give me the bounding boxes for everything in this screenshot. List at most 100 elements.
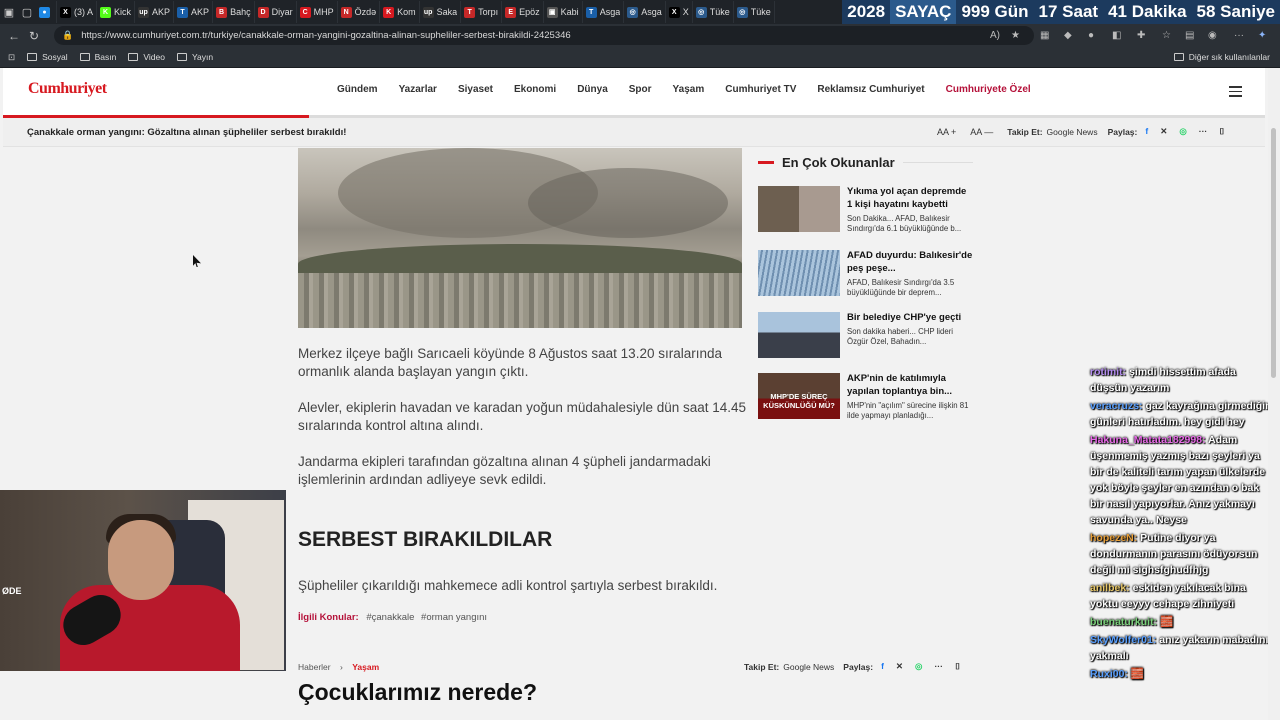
tab-title: AKP (152, 7, 171, 17)
read-aloud-icon[interactable]: A) (990, 24, 1000, 47)
more-options-icon[interactable]: ··· (1234, 24, 1244, 47)
menu-item-cumhuriyet-tv[interactable]: Cumhuriyet TV (725, 84, 796, 95)
chat-message: hopezeN: Putine diyor ya dondurmanın par… (1090, 530, 1275, 578)
other-bookmarks[interactable]: Diğer sık kullanılanlar (1173, 52, 1270, 62)
bookmark-folder-basin[interactable]: Basın (79, 52, 116, 62)
copilot-icon[interactable]: ✦ (1258, 24, 1266, 47)
menu-item-siyaset[interactable]: Siyaset (458, 84, 493, 95)
next-article-title[interactable]: Çocuklarımız nerede? (298, 679, 537, 706)
counter-hours: 17 Saat (1033, 0, 1104, 24)
article-subheading: SERBEST BIRAKILDILAR (298, 528, 553, 551)
address-bar-row: ← ↻ 🔒 https://www.cumhuriyet.com.tr/turk… (0, 24, 1280, 47)
browser-tab[interactable]: XX (666, 1, 693, 23)
whatsapp-icon[interactable]: ◎ (915, 661, 922, 672)
facebook-icon[interactable]: f (881, 661, 884, 672)
tab-title: Kick (114, 7, 132, 17)
hamburger-menu-icon[interactable] (1229, 86, 1242, 100)
browser-tab[interactable]: ◎ Tüke (693, 1, 734, 23)
tab-title: AKP (191, 7, 210, 17)
chat-message: rotimit: şimdi hissettim afada düşsün ya… (1090, 364, 1275, 396)
browser-tab[interactable]: ◎ Asga (624, 1, 666, 23)
browser-tab[interactable]: T AKP (174, 1, 214, 23)
article-tools: AA + AA — Takip Et: Google News Paylaş: … (937, 126, 1236, 137)
chat-username: Ruxi00: (1090, 668, 1128, 680)
most-read-item[interactable]: AFAD duyurdu: Balıkesir'de peş peşe... A… (758, 250, 973, 298)
menu-item-cumhuriyete-ozel[interactable]: Cumhuriyete Özel (946, 84, 1031, 95)
tag-link[interactable]: #çanakkale (366, 612, 414, 623)
tab-actions-icon[interactable]: ▢ (18, 0, 36, 24)
follow-label: Takip Et: (744, 661, 780, 672)
browser-tab[interactable]: T Asga (583, 1, 625, 23)
tab-favicon-icon: D (257, 6, 269, 18)
font-increase-button[interactable]: AA + (937, 127, 956, 137)
more-share-icon[interactable]: ··· (1199, 126, 1208, 137)
share-buttons: f ✕ ◎ ··· ⌷ (881, 661, 972, 672)
tab-title: Epöz (519, 7, 540, 17)
menu-item-yasam[interactable]: Yaşam (673, 84, 705, 95)
browser-tab[interactable]: K Kom (380, 1, 420, 23)
page-scrollbar[interactable] (1268, 68, 1280, 720)
workspaces-icon[interactable]: ▣ (0, 0, 18, 24)
browser-tab[interactable]: B Bahç (213, 1, 255, 23)
x-twitter-icon[interactable]: ✕ (1160, 126, 1167, 137)
extensions-puzzle-icon[interactable]: ✚ (1137, 24, 1145, 47)
most-read-item[interactable]: Yıkıma yol açan depremde 1 kişi hayatını… (758, 186, 973, 234)
chat-text: 🧱 (1160, 616, 1174, 628)
browser-tab[interactable]: N Özdə (338, 1, 381, 23)
x-twitter-icon[interactable]: ✕ (896, 661, 903, 672)
browser-tab[interactable]: ◎ Tüke (734, 1, 775, 23)
browser-tab[interactable]: ● (36, 1, 57, 23)
menu-item-spor[interactable]: Spor (629, 84, 652, 95)
most-read-item[interactable]: MHP'DE SÜREÇ KÜSKÜNLÜĞÜ MÜ? AKP'nin de k… (758, 373, 973, 421)
tab-title: Kom (397, 7, 416, 17)
counter-seconds: 58 Saniye (1191, 0, 1280, 24)
breadcrumb-current[interactable]: Yaşam (352, 662, 379, 672)
more-share-icon[interactable]: ··· (934, 661, 943, 672)
favorites-icon[interactable]: ☆ (1162, 24, 1171, 47)
extension-3-icon[interactable]: ● (1088, 24, 1094, 47)
browser-tab[interactable]: up AKP (135, 1, 175, 23)
browser-tab[interactable]: D Diyar (255, 1, 297, 23)
tag-link[interactable]: #orman yangını (421, 612, 487, 623)
google-news-link[interactable]: Google News (1047, 127, 1098, 137)
bookmark-folder-yayin[interactable]: Yayın (176, 52, 213, 62)
menu-item-gundem[interactable]: Gündem (337, 84, 378, 95)
browser-tab[interactable]: K Kick (97, 1, 136, 23)
refresh-icon[interactable]: ↻ (24, 29, 44, 43)
bookmark-icon[interactable]: ⌷ (955, 661, 960, 672)
google-news-link[interactable]: Google News (783, 662, 834, 672)
browser-tab[interactable]: E Epöz (502, 1, 544, 23)
bookmark-folder-sosyal[interactable]: Sosyal (27, 52, 68, 62)
folder-icon (128, 53, 139, 61)
browser-tab[interactable]: T Torpı (461, 1, 503, 23)
menu-item-reklamsiz[interactable]: Reklamsız Cumhuriyet (817, 84, 924, 95)
extension-icon[interactable]: ▦ (1040, 24, 1049, 47)
share-label: Paylaş: (843, 661, 874, 672)
profile-avatar-icon[interactable]: ◉ (1208, 24, 1217, 47)
font-decrease-button[interactable]: AA — (970, 127, 993, 137)
chat-username: SkyWolfer01: (1090, 634, 1157, 646)
menu-item-yazarlar[interactable]: Yazarlar (399, 84, 437, 95)
extension-2-icon[interactable]: ◆ (1064, 24, 1072, 47)
tab-favicon-icon: E (505, 6, 517, 18)
bookmark-icon[interactable]: ⌷ (1219, 126, 1224, 137)
menu-item-dunya[interactable]: Dünya (577, 84, 608, 95)
browser-tab[interactable]: C MHP (297, 1, 338, 23)
tab-favicon-icon: N (340, 6, 352, 18)
bookmarks-sync-icon[interactable]: ⊡ (8, 52, 15, 63)
browser-tab[interactable]: up Saka (420, 1, 462, 23)
browser-tab[interactable]: ▣ Kabi (544, 1, 583, 23)
whatsapp-icon[interactable]: ◎ (1179, 126, 1186, 137)
menu-item-ekonomi[interactable]: Ekonomi (514, 84, 556, 95)
site-logo[interactable]: Cumhuriyet (28, 80, 107, 98)
breadcrumb-home[interactable]: Haberler (298, 662, 331, 672)
bookmark-folder-video[interactable]: Video (128, 52, 165, 62)
back-arrow-icon[interactable]: ← (4, 29, 24, 43)
collections-icon[interactable]: ▤ (1185, 24, 1194, 47)
most-read-item[interactable]: Bir belediye CHP'ye geçti Son dakika hab… (758, 312, 973, 360)
extension-4-icon[interactable]: ◧ (1112, 24, 1121, 47)
favorite-star-icon[interactable]: ★ (1011, 24, 1020, 47)
browser-tab[interactable]: X (3) A (57, 1, 98, 23)
url-bar[interactable]: 🔒 https://www.cumhuriyet.com.tr/turkiye/… (54, 26, 1034, 45)
facebook-icon[interactable]: f (1145, 126, 1148, 137)
